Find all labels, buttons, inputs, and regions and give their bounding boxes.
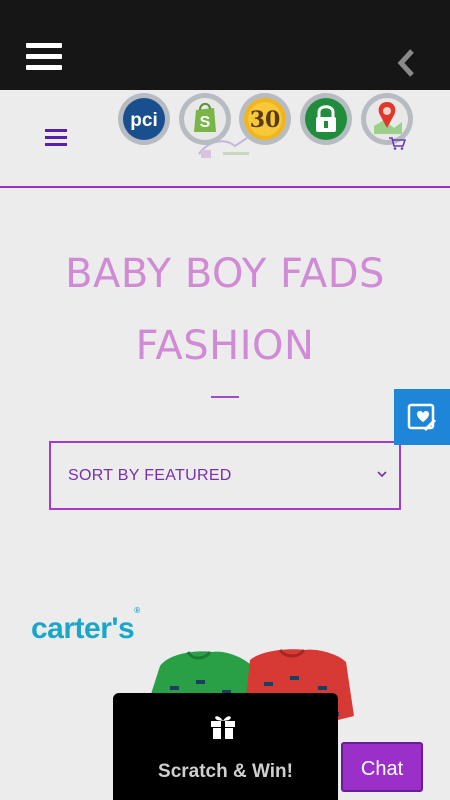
- thirty-day-badge: 30: [238, 92, 292, 146]
- chevron-down-icon: [377, 471, 387, 478]
- site-menu-icon[interactable]: [45, 129, 67, 147]
- brand-logo: carter's®: [31, 606, 140, 645]
- sort-select[interactable]: SORT BY FEATURED: [49, 441, 401, 510]
- heart-tag-icon: [407, 403, 437, 432]
- svg-text:30: 30: [250, 107, 281, 133]
- title-divider: [211, 396, 239, 398]
- cart-icon[interactable]: [388, 136, 406, 150]
- collection-title-line1: BABY BOY FADS: [65, 251, 385, 297]
- pci-badge: pci: [117, 92, 171, 146]
- collection-title: BABY BOY FADS FASHION: [0, 238, 450, 382]
- menu-icon[interactable]: [26, 43, 62, 71]
- scratch-win-widget[interactable]: Scratch & Win!: [113, 693, 338, 800]
- chat-button[interactable]: Chat: [341, 742, 423, 792]
- svg-text:S: S: [200, 114, 211, 131]
- secure-lock-badge: [299, 92, 353, 146]
- sort-select-label: SORT BY FEATURED: [68, 467, 232, 484]
- app-top-bar: [0, 0, 450, 90]
- wishlist-side-tab[interactable]: [394, 389, 450, 445]
- scratch-win-label: Scratch & Win!: [158, 761, 293, 782]
- chat-button-label: Chat: [360, 758, 404, 780]
- collection-title-line2: FASHION: [135, 323, 315, 369]
- back-chevron-icon[interactable]: [396, 48, 416, 78]
- shopify-badge: S: [178, 92, 232, 146]
- store-header: pci S 30: [0, 90, 450, 188]
- brand-logo-text: carter's: [31, 612, 135, 645]
- gift-icon: [211, 716, 235, 739]
- svg-text:pci: pci: [130, 110, 157, 131]
